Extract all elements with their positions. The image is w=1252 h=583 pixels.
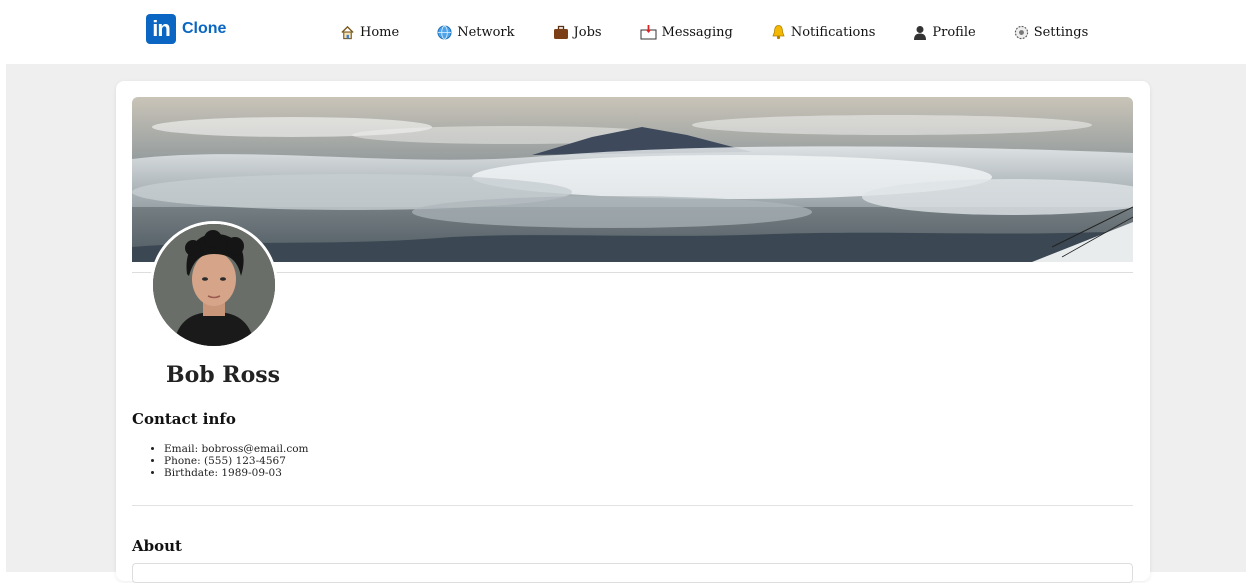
nav-item-notifications[interactable]: Notifications [771,24,876,40]
brand[interactable]: in Clone [146,14,226,44]
nav-item-jobs[interactable]: Jobs [553,25,602,40]
contact-birthdate: Birthdate: 1989-09-03 [164,467,309,479]
nav-label-messaging: Messaging [661,24,733,40]
profile-name: Bob Ross [166,362,281,388]
nav-label-home: Home [360,24,400,40]
nav-item-settings[interactable]: Settings [1014,24,1089,40]
section-divider [132,505,1133,506]
contact-info-heading: Contact info [132,410,236,428]
nav-item-messaging[interactable]: Messaging [640,24,733,40]
contact-info-list: Email: bobross@email.com Phone: (555) 12… [164,443,309,479]
main-nav: Home Network Jobs Messaging Notification… [340,0,1126,64]
globe-icon [437,24,452,40]
linkedin-logo-icon: in [146,14,176,44]
brand-name: Clone [182,20,227,37]
briefcase-icon [553,25,568,39]
about-box[interactable] [132,563,1133,583]
profile-avatar[interactable] [150,221,278,349]
nav-item-profile[interactable]: Profile [913,24,976,40]
nav-label-jobs: Jobs [573,24,602,40]
inbox-icon [640,25,657,40]
nav-item-network[interactable]: Network [437,24,515,40]
top-navbar: in Clone Home Network Jobs Messaging Not… [0,0,1252,64]
person-icon [914,25,927,40]
profile-banner [132,97,1133,262]
bell-icon [772,25,785,40]
nav-label-network: Network [457,24,515,40]
banner-divider [132,272,1133,273]
gear-icon [1014,25,1028,39]
nav-label-notifications: Notifications [790,24,876,40]
nav-label-profile: Profile [932,24,976,40]
contact-email: Email: bobross@email.com [164,443,309,455]
nav-item-home[interactable]: Home [340,25,399,40]
home-icon [341,25,354,39]
contact-phone: Phone: (555) 123-4567 [164,455,309,467]
nav-label-settings: Settings [1033,24,1089,40]
about-heading: About [132,537,182,555]
